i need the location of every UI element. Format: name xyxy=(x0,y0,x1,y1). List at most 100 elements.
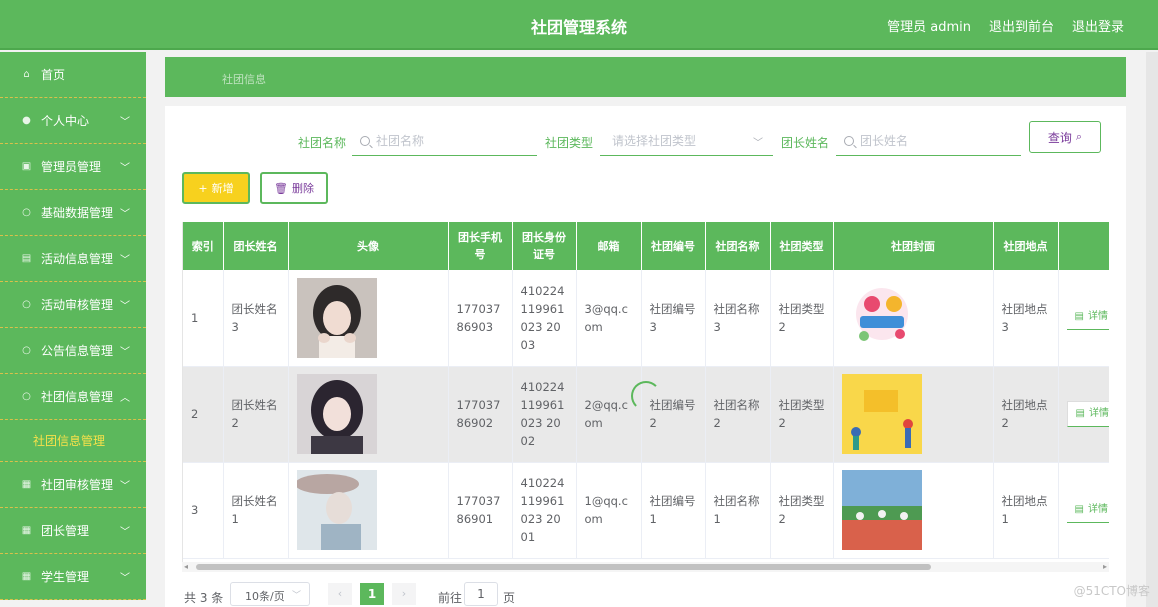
club-cover-image xyxy=(841,470,922,550)
sidebar-item-notice[interactable]: ○ 公告信息管理 ﹀ xyxy=(0,328,146,374)
document-icon: ▤ xyxy=(1074,311,1084,323)
leader-name-input[interactable]: 团长姓名 xyxy=(836,126,1021,156)
current-page[interactable]: 1 xyxy=(360,583,384,605)
cell-email: 2@qq.com xyxy=(576,366,642,463)
cell-cover xyxy=(833,270,994,367)
club-name-input[interactable]: 社团名称 xyxy=(352,126,537,156)
page-size-select[interactable]: 10条/页 ﹀ xyxy=(230,582,310,606)
plus-icon: + xyxy=(198,181,208,195)
col-header-club-no: 社团编号 xyxy=(641,222,706,270)
admin-icon: ▣ xyxy=(21,161,32,172)
cell-club-type: 社团类型2 xyxy=(770,462,834,559)
cell-place: 社团地点2 xyxy=(993,366,1059,463)
watermark: @51CTO博客 xyxy=(1073,584,1150,598)
cell-club-no: 社团编号3 xyxy=(641,270,706,367)
cell-email: 1@qq.com xyxy=(576,462,642,559)
col-header-place: 社团地点 xyxy=(993,222,1059,270)
logout-link[interactable]: 退出登录 xyxy=(1072,16,1124,35)
sidebar-item-admins[interactable]: ▣ 管理员管理 ﹀ xyxy=(0,144,146,190)
search-icon: ⌕ xyxy=(1075,130,1083,143)
scroll-left-icon[interactable]: ◂ xyxy=(184,562,188,571)
goto-label: 前往 xyxy=(438,591,463,605)
add-button[interactable]: + 新增 xyxy=(182,172,250,204)
sidebar-item-home[interactable]: ⌂ 首页 xyxy=(0,52,146,98)
club-type-select[interactable]: 请选择社团类型 ﹀ xyxy=(600,126,773,156)
cell-phone: 17703786902 xyxy=(448,366,513,463)
cell-club-no: 社团编号2 xyxy=(641,366,706,463)
cell-leader: 团长姓名1 xyxy=(223,462,289,559)
review-icon: ▦ xyxy=(21,479,32,490)
col-header-idcard: 团长身份证号 xyxy=(512,222,577,270)
cell-idcard: 410224119961023 2001 xyxy=(512,462,577,559)
cell-cover xyxy=(833,366,994,463)
avatar xyxy=(296,374,377,454)
top-bar: 社团管理系统 管理员 admin 退出到前台 退出登录 xyxy=(0,0,1158,50)
sidebar-item-label: 首页 xyxy=(41,68,66,82)
detail-button[interactable]: ▤ 详情 xyxy=(1066,498,1109,523)
exit-to-front-link[interactable]: 退出到前台 xyxy=(989,16,1054,35)
sidebar-item-base-data[interactable]: ○ 基础数据管理 ﹀ xyxy=(0,190,146,236)
sidebar-item-club-review[interactable]: ▦ 社团审核管理 ﹀ xyxy=(0,462,146,508)
page-scrollbar[interactable] xyxy=(1146,52,1158,607)
table-row[interactable]: 3 团长姓名1 17703786901 410224119961023 2001 xyxy=(183,462,1109,559)
search-icon xyxy=(360,135,370,146)
sidebar-item-activity-info[interactable]: ▤ 活动信息管理 ﹀ xyxy=(0,236,146,282)
content-panel: 社团名称 社团名称 社团类型 请选择社团类型 ﹀ 团长姓名 团长姓名 查询 ⌕ … xyxy=(165,106,1126,607)
col-header-avatar: 头像 xyxy=(288,222,449,270)
club-type-placeholder: 请选择社团类型 xyxy=(612,134,697,148)
prev-page-button[interactable]: ‹ xyxy=(328,583,352,605)
table-row[interactable]: 1 团长姓名3 17703786903 410224119961023 2003… xyxy=(183,270,1109,367)
detail-button[interactable]: ▤ 详情 xyxy=(1066,305,1109,331)
table-header-row: 索引 团长姓名 头像 团长手机号 团长身份证号 邮箱 社团编号 社团名称 社团类… xyxy=(183,222,1109,270)
sidebar-subitem-club-info[interactable]: 社团信息管理 xyxy=(0,420,146,462)
cell-idcard: 410224119961023 2003 xyxy=(512,270,577,367)
avatar xyxy=(296,470,377,550)
search-icon xyxy=(844,135,854,146)
chevron-down-icon: ﹀ xyxy=(120,117,130,128)
delete-button[interactable]: 🗑 删除 xyxy=(260,172,328,204)
cell-idcard: 410224119961023 2002 xyxy=(512,366,577,463)
loading-spinner xyxy=(631,381,661,411)
col-header-email: 邮箱 xyxy=(576,222,642,270)
table-horizontal-scrollbar[interactable]: ◂ ▸ xyxy=(182,562,1109,572)
main-content: 社团信息 社团名称 社团名称 社团类型 请选择社团类型 ﹀ 团长姓名 团长姓名 … xyxy=(146,52,1146,607)
col-header-club-name: 社团名称 xyxy=(705,222,771,270)
cell-club-type: 社团类型2 xyxy=(770,366,834,463)
breadcrumb[interactable]: 社团信息 xyxy=(165,57,1126,97)
header-actions: 管理员 admin 退出到前台 退出登录 xyxy=(887,16,1124,35)
sidebar-item-club-info[interactable]: ○ 社团信息管理 ︿ xyxy=(0,374,146,420)
cell-place: 社团地点1 xyxy=(993,462,1059,559)
sidebar-item-activity-audit[interactable]: ○ 活动审核管理 ﹀ xyxy=(0,282,146,328)
page-unit: 页 xyxy=(503,591,516,605)
sidebar-item-leaders[interactable]: ▦ 团长管理 ﹀ xyxy=(0,508,146,554)
sidebar-item-label: 基础数据管理 xyxy=(41,206,114,220)
next-page-button[interactable]: › xyxy=(392,583,416,605)
cell-club-name: 社团名称3 xyxy=(705,270,771,367)
sidebar-item-label: 社团审核管理 xyxy=(41,478,114,492)
trash-icon: 🗑 xyxy=(274,181,288,195)
cell-avatar xyxy=(288,270,449,367)
cell-club-no: 社团编号1 xyxy=(641,462,706,559)
cell-avatar xyxy=(288,366,449,463)
cell-actions: ▤ 详情 xyxy=(1058,366,1109,463)
sidebar-item-label: 社团信息管理 xyxy=(41,390,114,404)
chevron-down-icon: ﹀ xyxy=(120,255,130,266)
chevron-down-icon: ﹀ xyxy=(120,163,130,174)
scrollbar-thumb[interactable] xyxy=(196,564,931,570)
sidebar-item-profile[interactable]: ● 个人中心 ﹀ xyxy=(0,98,146,144)
sidebar: ⌂ 首页 ● 个人中心 ﹀ ▣ 管理员管理 ﹀ ○ 基础数据管理 ﹀ ▤ 活动信息管理 ﹀ ○ 活动… xyxy=(0,52,146,607)
cell-cover xyxy=(833,462,994,559)
leader-name-placeholder: 团长姓名 xyxy=(860,134,909,148)
goto-page-input[interactable]: 1 xyxy=(464,582,498,606)
sidebar-item-students[interactable]: ▦ 学生管理 ﹀ xyxy=(0,554,146,600)
chevron-down-icon: ﹀ xyxy=(120,573,130,584)
detail-button[interactable]: ▤ 详情 xyxy=(1066,401,1109,427)
scroll-right-icon[interactable]: ▸ xyxy=(1103,562,1107,571)
cell-phone: 17703786901 xyxy=(448,462,513,559)
detail-label: 详情 xyxy=(1087,503,1108,515)
cell-club-type: 社团类型2 xyxy=(770,270,834,367)
cell-leader: 团长姓名2 xyxy=(223,366,289,463)
club-name-placeholder: 社团名称 xyxy=(376,134,425,148)
sidebar-item-label: 个人中心 xyxy=(41,114,90,128)
query-button[interactable]: 查询 ⌕ xyxy=(1029,121,1101,153)
